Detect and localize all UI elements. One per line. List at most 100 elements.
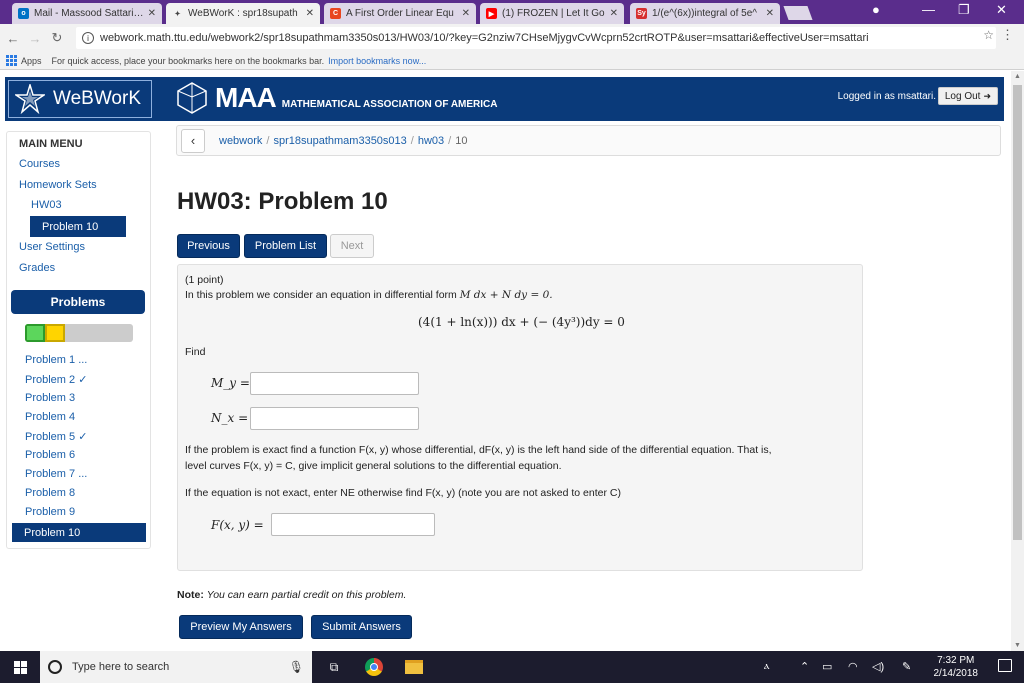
tab-webwork[interactable]: ✦ WeBWorK : spr18supath ✕	[166, 3, 320, 24]
f-answer-input[interactable]	[271, 513, 435, 536]
url-text: webwork.math.ttu.edu/webwork2/spr18supat…	[100, 32, 869, 44]
close-window-icon[interactable]: ✕	[996, 2, 1007, 18]
back-arrow-icon[interactable]: ←	[4, 31, 22, 46]
problem-link-7[interactable]: Problem 7 ...	[25, 468, 87, 480]
differential-form-expr: M dx + N dy = 0.	[459, 289, 553, 301]
sidebar-item-problem-10-active[interactable]: Problem 10	[30, 216, 126, 237]
forward-arrow-icon[interactable]: →	[26, 31, 44, 46]
differential-equation: (4(1 + ln(x))) dx + (− (4y³))dy = 0	[418, 315, 625, 329]
page-title: HW03: Problem 10	[177, 188, 388, 215]
problem-link-4[interactable]: Problem 4	[25, 411, 75, 423]
previous-button[interactable]: Previous	[177, 234, 240, 258]
sidebar-item-homework-sets[interactable]: Homework Sets	[19, 179, 97, 191]
sidebar-item-hw03[interactable]: HW03	[31, 199, 62, 211]
show-hidden-icons-chevron[interactable]: ⌃	[800, 660, 809, 673]
apps-grid-icon[interactable]	[6, 55, 17, 66]
problem-link-6[interactable]: Problem 6	[25, 449, 75, 461]
chegg-icon: C	[330, 8, 341, 19]
next-button[interactable]: Next	[330, 234, 374, 258]
tab-youtube[interactable]: ▶ (1) FROZEN | Let It Go ✕	[480, 3, 624, 24]
windows-logo-icon	[13, 660, 27, 674]
preview-answers-button[interactable]: Preview My Answers	[179, 615, 303, 639]
back-chevron-button[interactable]: ‹	[181, 128, 205, 153]
sidebar-item-grades[interactable]: Grades	[19, 262, 55, 274]
logout-arrow-icon: ➜	[983, 90, 991, 101]
scroll-down-arrow-icon[interactable]: ▼	[1014, 642, 1021, 649]
maa-logo[interactable]: MAA MATHEMATICAL ASSOCIATION OF AMERICA	[175, 81, 498, 115]
exact-instructions-line-1: If the problem is exact find a function …	[185, 444, 772, 456]
pen-icon[interactable]: ✎	[902, 660, 911, 673]
progress-partial-segment	[45, 324, 65, 342]
maa-title: MAA	[215, 82, 277, 113]
find-label: Find	[185, 346, 206, 358]
problem-link-3[interactable]: Problem 3	[25, 392, 75, 404]
problem-link-10-active[interactable]: Problem 10	[12, 523, 146, 542]
start-button[interactable]	[0, 651, 40, 683]
problem-link-2[interactable]: Problem 2 ✓	[25, 373, 87, 386]
apps-link[interactable]: Apps	[21, 56, 42, 66]
logout-button[interactable]: Log Out ➜	[937, 87, 998, 105]
login-status: Logged in as msattari.	[837, 91, 936, 102]
reload-icon[interactable]: ↻	[48, 30, 66, 46]
microphone-icon[interactable]: 🎙	[289, 660, 304, 674]
problem-link-1[interactable]: Problem 1 ...	[25, 354, 87, 366]
import-bookmarks-link[interactable]: Import bookmarks now...	[328, 56, 426, 66]
breadcrumb-course[interactable]: spr18supathmam3350s013	[273, 135, 406, 147]
youtube-icon: ▶	[486, 8, 497, 19]
url-field[interactable]: i webwork.math.ttu.edu/webwork2/spr18sup…	[76, 27, 996, 49]
submit-answers-button[interactable]: Submit Answers	[311, 615, 412, 639]
chrome-taskbar-icon[interactable]	[364, 657, 384, 677]
page-scrollbar[interactable]: ▲ ▼	[1011, 71, 1024, 651]
webwork-logo-text: WeBWorK	[53, 88, 141, 109]
battery-icon[interactable]: ▭	[822, 660, 832, 673]
main-menu-heading: MAIN MENU	[19, 138, 83, 150]
file-explorer-icon[interactable]	[404, 657, 424, 677]
close-tab-icon[interactable]: ✕	[610, 8, 618, 19]
task-view-icon[interactable]: ⧉	[324, 657, 344, 677]
not-exact-instructions: If the equation is not exact, enter NE o…	[185, 487, 621, 499]
sidebar-item-user-settings[interactable]: User Settings	[19, 241, 85, 253]
close-tab-icon[interactable]: ✕	[766, 8, 774, 19]
maa-subtitle: MATHEMATICAL ASSOCIATION OF AMERICA	[281, 98, 498, 110]
sidebar-item-courses[interactable]: Courses	[19, 158, 60, 170]
volume-icon[interactable]: ◁)	[872, 660, 884, 673]
breadcrumb-hw03[interactable]: hw03	[418, 135, 444, 147]
action-center-icon[interactable]	[998, 659, 1012, 672]
problem-link-8[interactable]: Problem 8	[25, 487, 75, 499]
bookmark-star-icon[interactable]: ☆	[983, 28, 994, 42]
address-bar-row: ← → ↻ i webwork.math.ttu.edu/webwork2/sp…	[0, 24, 1024, 52]
my-answer-input[interactable]	[250, 372, 419, 395]
profile-icon[interactable]: ●	[872, 2, 880, 17]
new-tab-button[interactable]	[783, 6, 813, 20]
minimize-icon[interactable]: —	[922, 2, 935, 17]
taskbar-search-box[interactable]: Type here to search 🎙	[40, 651, 312, 683]
problem-link-9[interactable]: Problem 9	[25, 506, 75, 518]
close-tab-icon[interactable]: ✕	[462, 8, 470, 19]
tab-symbolab[interactable]: Sy 1/(e^(6x))integral of 5e^ ✕	[630, 3, 780, 24]
f-label: F(x, y) =	[211, 518, 264, 532]
clock-time: 7:32 PM	[937, 655, 975, 666]
problem-link-5[interactable]: Problem 5 ✓	[25, 430, 87, 443]
problems-header: Problems	[11, 290, 145, 314]
webwork-header: WeBWorK MAA MATHEMATICAL ASSOCIATION OF …	[5, 77, 1004, 121]
taskbar-clock[interactable]: 7:32 PM 2/14/2018	[934, 654, 979, 680]
scroll-up-arrow-icon[interactable]: ▲	[1014, 73, 1021, 80]
tab-mail[interactable]: o Mail - Massood Sattari@ ✕	[12, 3, 162, 24]
nx-answer-input[interactable]	[250, 407, 419, 430]
wifi-icon[interactable]: ◠	[848, 660, 858, 673]
windows-taskbar: Type here to search 🎙 ⧉ ⲁ ⌃ ▭ ◠ ◁) ✎ 7:3…	[0, 651, 1024, 683]
tab-chegg[interactable]: C A First Order Linear Equ ✕	[324, 3, 476, 24]
close-tab-icon[interactable]: ✕	[148, 8, 156, 19]
maa-icosahedron-icon	[177, 82, 207, 114]
menu-kebab-icon[interactable]: ⋮	[1001, 27, 1014, 43]
webwork-star-icon: ✦	[174, 10, 181, 18]
problem-list-button[interactable]: Problem List	[244, 234, 327, 258]
problem-intro: In this problem we consider an equation …	[185, 289, 553, 301]
webwork-logo[interactable]: WeBWorK	[8, 80, 152, 118]
close-tab-icon[interactable]: ✕	[306, 8, 314, 19]
info-icon[interactable]: i	[82, 32, 94, 44]
people-icon[interactable]: ⲁ	[764, 660, 770, 673]
breadcrumb-webwork[interactable]: webwork	[219, 135, 262, 147]
scrollbar-thumb[interactable]	[1013, 85, 1022, 540]
restore-icon[interactable]: ❐	[958, 2, 970, 18]
